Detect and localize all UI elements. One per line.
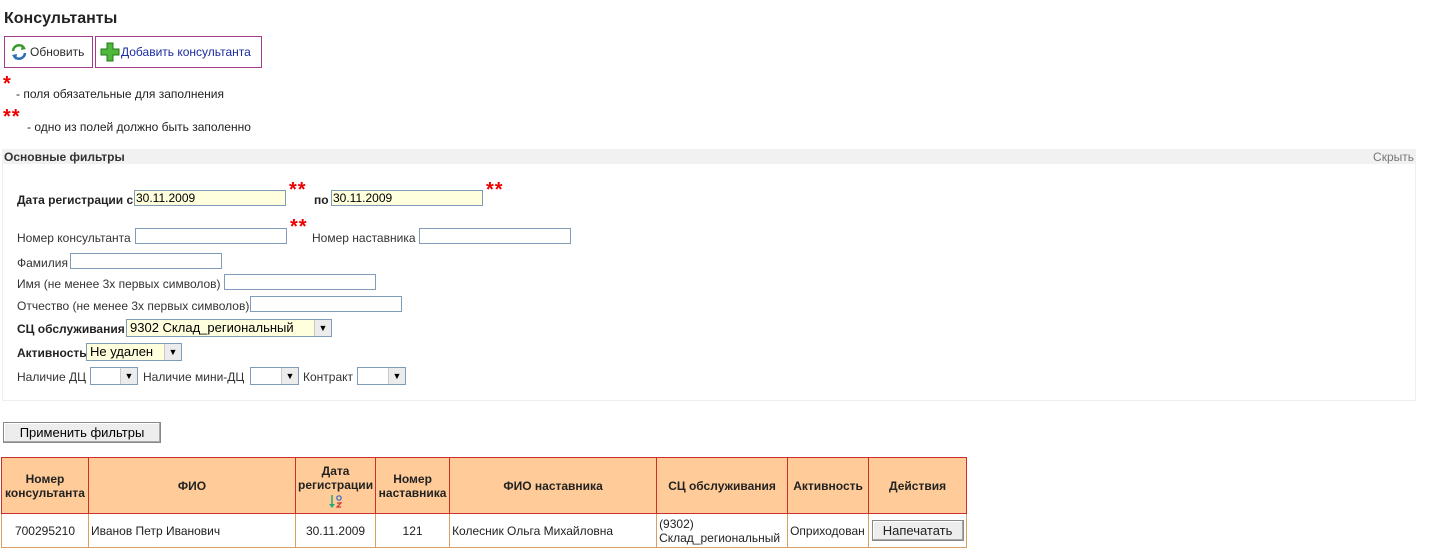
add-consultant-label: Добавить консультанта [121, 45, 251, 59]
reg-date-from-star: ** [289, 179, 307, 201]
refresh-icon [11, 44, 27, 60]
col-header-mentor-fio[interactable]: ФИО наставника [449, 457, 658, 514]
col-header-mentor-number[interactable]: Номер наставника [375, 457, 451, 514]
required-star: * [3, 73, 12, 95]
col-header-fio[interactable]: ФИО [88, 457, 296, 514]
consultant-number-input[interactable] [135, 228, 287, 244]
reg-date-to-label: по [314, 193, 329, 207]
one-of-note: - одно из полей должно быть заполенно [27, 120, 251, 134]
consultants-table: Номер консультанта ФИО Дата регистрации … [1, 457, 968, 548]
cell-fio: Иванов Петр Иванович [88, 513, 296, 548]
col-header-actions: Действия [868, 457, 968, 514]
cell-mentor-number: 121 [375, 513, 451, 548]
surname-label: Фамилия [17, 256, 68, 270]
first-name-input[interactable] [224, 274, 376, 290]
service-center-label: СЦ обслуживания [17, 322, 125, 336]
plus-icon [100, 42, 120, 62]
activity-label: Активность [17, 346, 87, 360]
filters-header-title: Основные фильтры [4, 150, 125, 164]
service-center-value: 9302 Склад_региональный [130, 320, 294, 335]
cell-reg-date: 30.11.2009 [294, 513, 377, 548]
first-name-label: Имя (не менее 3х первых символов) [17, 277, 221, 291]
cell-number: 700295210 [1, 513, 89, 548]
reg-date-to-input[interactable] [331, 190, 483, 206]
reg-date-from-input[interactable] [134, 190, 286, 206]
col-header-reg-date[interactable]: Дата регистрации [294, 457, 377, 514]
chevron-down-icon: ▼ [281, 368, 298, 384]
surname-input[interactable] [70, 253, 222, 269]
refresh-button[interactable]: Обновить [4, 36, 93, 68]
dc-select[interactable]: ▼ [90, 367, 138, 385]
mentor-number-input[interactable] [419, 228, 571, 244]
required-note: - поля обязательные для заполнения [16, 87, 224, 101]
patronymic-input[interactable] [250, 296, 402, 312]
page-title: Консультанты [4, 10, 118, 27]
chevron-down-icon: ▼ [314, 320, 331, 336]
mini-dc-label: Наличие мини-ДЦ [143, 370, 245, 384]
apply-filters-button[interactable]: Применить фильтры [3, 422, 161, 443]
cell-service-center: (9302) Склад_региональный [656, 513, 789, 548]
contract-label: Контракт [303, 370, 354, 384]
consultant-number-label: Номер консультанта [17, 231, 131, 245]
cell-activity: Оприходован [787, 513, 870, 548]
hide-filters-link[interactable]: Скрыть [1373, 150, 1414, 164]
consultant-number-star: ** [290, 216, 308, 238]
add-consultant-button[interactable]: Добавить консультанта [95, 36, 262, 68]
col-header-activity[interactable]: Активность [787, 457, 870, 514]
col-header-number[interactable]: Номер консультанта [1, 457, 89, 514]
activity-value: Не удален [90, 344, 154, 359]
chevron-down-icon: ▼ [388, 368, 405, 384]
table-row: 700295210 Иванов Петр Иванович 30.11.200… [1, 513, 968, 548]
chevron-down-icon: ▼ [164, 344, 181, 360]
service-center-select[interactable]: 9302 Склад_региональный ▼ [126, 319, 332, 337]
patronymic-label: Отчество (не менее 3х первых символов) [17, 299, 250, 313]
dc-label: Наличие ДЦ [17, 370, 87, 384]
col-header-reg-date-label: Дата регистрации [298, 463, 374, 492]
print-button[interactable]: Напечатать [871, 520, 964, 541]
activity-select[interactable]: Не удален ▼ [86, 343, 182, 361]
sort-az-icon [328, 494, 342, 508]
chevron-down-icon: ▼ [120, 368, 137, 384]
cell-actions: Напечатать [868, 513, 968, 548]
cell-service-center-name: Склад_региональный [659, 530, 781, 545]
reg-date-from-label: Дата регистрации с [17, 193, 134, 207]
mentor-number-label: Номер наставника [312, 231, 416, 245]
cell-mentor-fio: Колесник Ольга Михайловна [449, 513, 658, 548]
one-of-star: ** [3, 106, 21, 128]
contract-select[interactable]: ▼ [357, 367, 406, 385]
filters-header: Основные фильтры Скрыть [2, 149, 1416, 164]
reg-date-to-star: ** [486, 179, 504, 201]
col-header-service-center[interactable]: СЦ обслуживания [656, 457, 789, 514]
table-header-row: Номер консультанта ФИО Дата регистрации … [1, 457, 968, 514]
cell-service-center-code: (9302) [659, 516, 694, 531]
refresh-label: Обновить [30, 45, 85, 59]
mini-dc-select[interactable]: ▼ [250, 367, 299, 385]
